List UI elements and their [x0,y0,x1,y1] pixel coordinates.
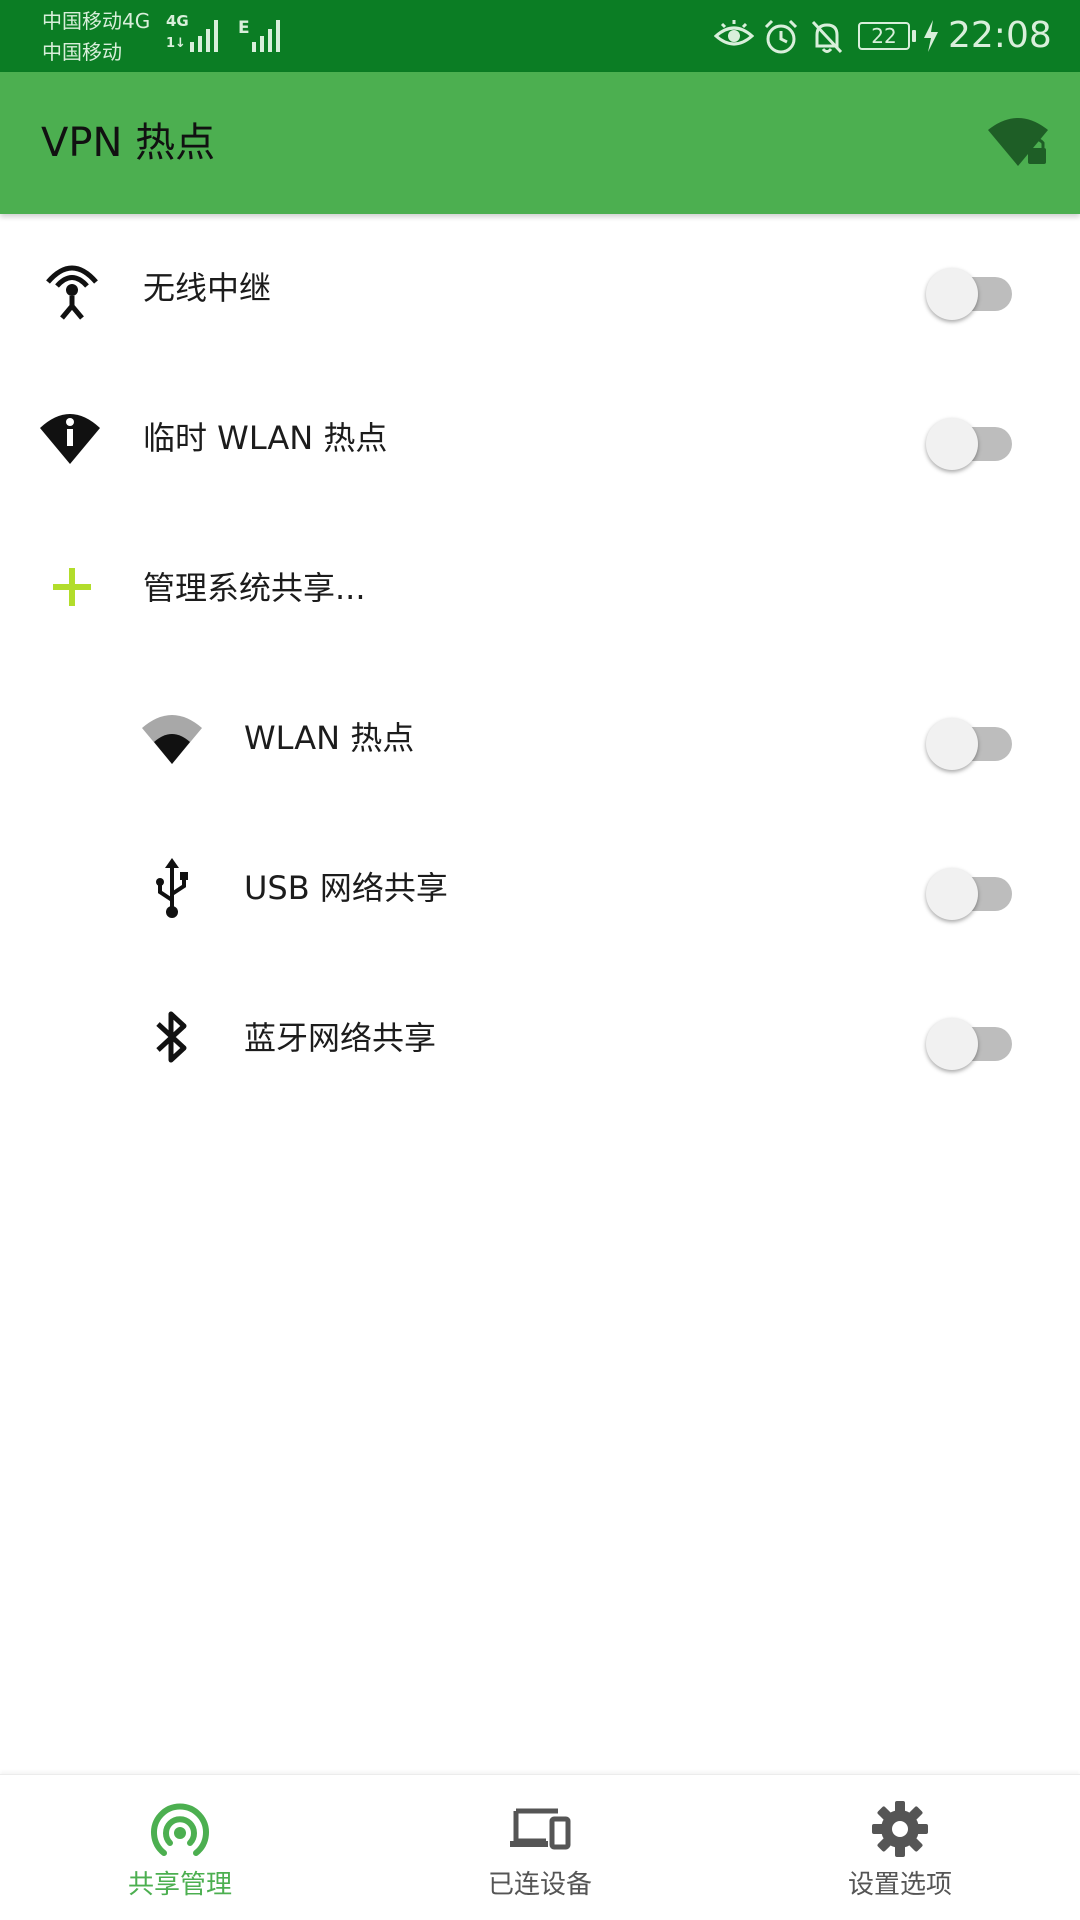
temp-wlan-hotspot-toggle[interactable] [926,416,1012,470]
battery-tip [912,30,916,42]
wireless-repeater-toggle[interactable] [926,266,1012,320]
nav-tab-settings[interactable]: 设置选项 [720,1775,1080,1920]
nav-label: 已连设备 [487,1870,592,1900]
bottom-navigation: 共享管理 已连设备 设置选项 [0,1774,1080,1920]
charging-icon [924,20,938,52]
signal-strength-2-icon [252,20,280,52]
row-manage-system-sharing[interactable]: 管理系统共享... [0,514,1080,664]
app-bar: VPN 热点 [0,72,1080,214]
row-label: 临时 WLAN 热点 [143,419,388,457]
alarm-icon [764,19,798,54]
nav-tab-devices[interactable]: 已连设备 [360,1775,720,1920]
network-type-e: E [238,18,250,38]
row-bluetooth-tethering[interactable]: 蓝牙网络共享 [0,964,1080,1114]
nav-tab-sharing[interactable]: 共享管理 [0,1775,360,1920]
carrier-info: 中国移动4G 中国移动 [42,6,150,68]
devices-icon [510,1808,571,1850]
row-label: 蓝牙网络共享 [244,1019,437,1057]
wifi-info-icon [40,414,100,464]
row-label: 无线中继 [143,269,272,307]
wifi-lock-icon[interactable] [986,114,1050,170]
row-label: WLAN 热点 [244,719,415,757]
wifi-icon [142,715,202,764]
clock: 22:08 [948,15,1052,56]
toggle-thumb [926,1018,978,1070]
toggle-thumb [926,268,978,320]
row-label: USB 网络共享 [244,869,448,907]
gear-icon [872,1801,928,1857]
row-temp-wlan-hotspot[interactable]: 临时 WLAN 热点 [0,364,1080,514]
row-wireless-repeater[interactable]: 无线中继 [0,214,1080,364]
screen: 中国移动4G 中国移动 4G 1↓ E 22 22:08 VPN 热点 无线中继… [0,0,1080,1920]
nav-label: 设置选项 [847,1870,952,1900]
bluetooth-icon [156,1011,187,1063]
signal-strength-icon [190,20,218,52]
toggle-thumb [926,868,978,920]
notifications-off-icon [811,20,843,54]
carrier-line-1: 中国移动4G [42,9,151,33]
plus-icon [53,568,91,606]
wlan-hotspot-toggle[interactable] [926,716,1012,770]
usb-tethering-toggle[interactable] [926,866,1012,920]
network-type-4g: 4G [166,12,189,30]
status-bar: 中国移动4G 中国移动 4G 1↓ E 22 22:08 [0,0,1080,72]
row-label: 管理系统共享... [143,569,366,607]
carrier-line-2: 中国移动 [42,40,122,64]
toggle-thumb [926,718,978,770]
row-wlan-hotspot[interactable]: WLAN 热点 [0,664,1080,814]
battery-indicator: 22 [858,22,910,50]
eye-comfort-icon [714,20,754,46]
antenna-icon [46,265,98,320]
app-title: VPN 热点 [41,120,216,166]
toggle-thumb [926,418,978,470]
hotspot-icon [151,1803,209,1856]
nav-label: 共享管理 [127,1870,232,1900]
usb-icon [156,858,188,918]
bluetooth-tethering-toggle[interactable] [926,1016,1012,1070]
network-activity: 1↓ [166,36,186,51]
row-usb-tethering[interactable]: USB 网络共享 [0,814,1080,964]
